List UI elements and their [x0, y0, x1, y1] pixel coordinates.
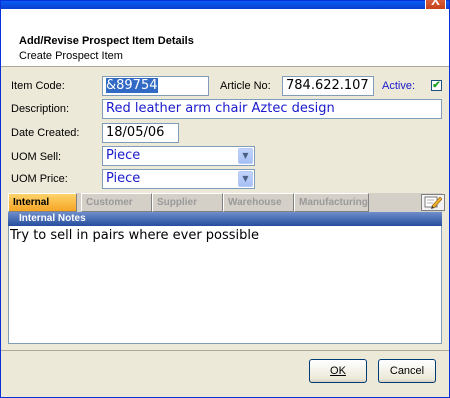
edit-notes-button[interactable]	[421, 194, 445, 211]
checkmark-icon: ✔	[432, 80, 441, 91]
uom-sell-value: Piece	[106, 148, 141, 163]
chevron-down-icon[interactable]: ▼	[238, 171, 253, 187]
tab-warehouse[interactable]: Warehouse	[223, 193, 294, 212]
date-created-label: Date Created:	[11, 127, 80, 139]
ok-button[interactable]: OK	[309, 359, 367, 383]
chevron-down-icon[interactable]: ▼	[238, 148, 253, 164]
active-checkbox[interactable]: ✔	[431, 80, 442, 91]
item-code-label: Item Code:	[11, 80, 65, 92]
cancel-button-label: Cancel	[389, 365, 425, 377]
active-label: Active:	[382, 80, 416, 92]
close-icon: X	[431, 0, 440, 8]
title-bar: X	[1, 0, 449, 12]
date-created-input[interactable]: 18/05/06	[102, 123, 179, 143]
dialog-subtitle: Create Prospect Item	[19, 50, 123, 62]
tab-customer[interactable]: Customer	[81, 193, 152, 212]
ok-button-label: OK	[330, 365, 346, 377]
internal-notes-textarea[interactable]: Try to sell in pairs where ever possible	[8, 226, 442, 344]
footer-divider	[1, 350, 449, 351]
tab-internal[interactable]: Internal	[8, 193, 77, 212]
dialog-title: Add/Revise Prospect Item Details	[19, 35, 194, 47]
dialog-window: X Add/Revise Prospect Item Details Creat…	[0, 0, 450, 398]
tab-manufacturing[interactable]: Manufacturing	[294, 193, 369, 212]
uom-price-select[interactable]: Piece ▼	[102, 169, 255, 189]
article-no-input[interactable]: 784.622.107	[282, 76, 374, 96]
cancel-button[interactable]: Cancel	[378, 359, 436, 383]
internal-notes-header: Internal Notes	[8, 212, 442, 226]
item-code-value: &89754	[106, 78, 158, 93]
article-no-label: Article No:	[220, 80, 271, 92]
uom-price-label: UOM Price:	[11, 173, 68, 185]
dialog-header: Add/Revise Prospect Item Details Create …	[1, 9, 449, 67]
uom-sell-label: UOM Sell:	[11, 151, 62, 163]
description-input[interactable]: Red leather arm chair Aztec design	[102, 99, 442, 119]
tab-strip: Internal Customer Supplier Warehouse Man…	[8, 193, 445, 212]
item-code-input[interactable]: &89754	[102, 76, 209, 96]
uom-price-value: Piece	[106, 171, 141, 186]
tab-supplier[interactable]: Supplier	[152, 193, 223, 212]
description-label: Description:	[11, 103, 70, 115]
pencil-icon	[424, 196, 443, 209]
uom-sell-select[interactable]: Piece ▼	[102, 146, 255, 166]
